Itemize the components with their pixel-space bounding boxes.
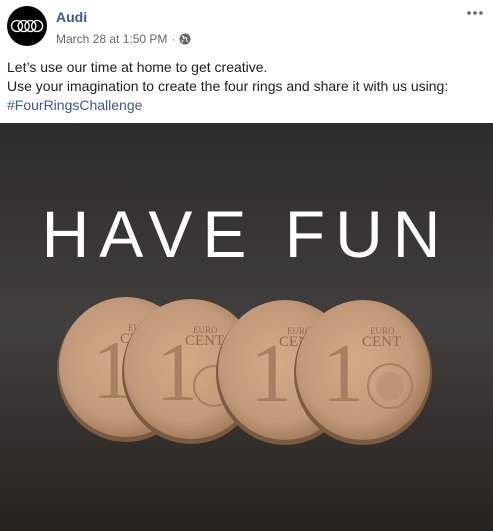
- post-header: Audi March 28 at 1:50 PM ·: [0, 0, 493, 56]
- post-text: Let’s use our time at home to get creati…: [7, 58, 487, 115]
- video-frame: HAVE FUN 1 EURO CENT 1 EURO CENT 1 EURO …: [0, 123, 493, 531]
- post-text-line-2: Use your imagination to create the four …: [7, 78, 449, 94]
- coin-cent-label: CENT: [362, 334, 401, 350]
- meta-separator: ·: [171, 32, 176, 46]
- overlay-text: HAVE FUN: [42, 197, 451, 271]
- audi-rings-logo-icon: [10, 19, 44, 33]
- post-text-line-1: Let’s use our time at home to get creati…: [7, 59, 268, 75]
- post-timestamp[interactable]: March 28 at 1:50 PM: [56, 32, 167, 46]
- coin-cent-label: CENT: [185, 333, 224, 349]
- post-video[interactable]: HAVE FUN 1 EURO CENT 1 EURO CENT 1 EURO …: [0, 123, 493, 531]
- page-name-link[interactable]: Audi: [56, 9, 87, 25]
- page-avatar[interactable]: [7, 6, 47, 46]
- coin-value: 1: [322, 327, 364, 420]
- more-options-icon[interactable]: [465, 6, 485, 20]
- hashtag-link[interactable]: #FourRingsChallenge: [7, 96, 487, 115]
- coin: 1 EURO CENT: [294, 300, 432, 445]
- globe-icon[interactable]: [179, 33, 191, 45]
- post-meta: March 28 at 1:50 PM ·: [56, 32, 191, 46]
